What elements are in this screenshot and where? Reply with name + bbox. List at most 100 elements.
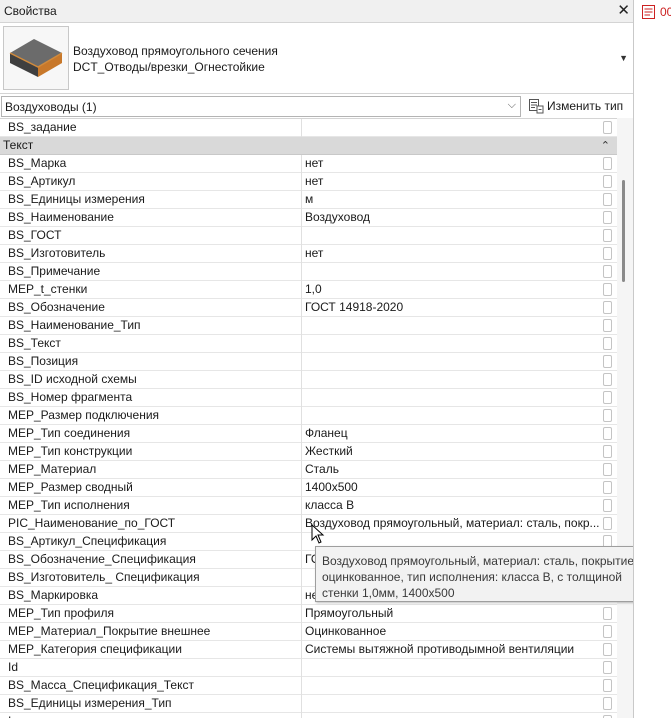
property-row[interactable]: MEP_t_стенки 1,0 bbox=[0, 281, 633, 299]
parameter-checkbox[interactable] bbox=[603, 265, 612, 278]
property-value[interactable]: Оцинкованное bbox=[302, 623, 602, 641]
property-row[interactable]: I... bbox=[0, 713, 633, 718]
property-row[interactable]: MEP_Размер подключения bbox=[0, 407, 633, 425]
property-row[interactable]: MEP_Категория спецификации Системы вытяжн… bbox=[0, 641, 633, 659]
property-row[interactable]: MEP_Тип конструкции Жесткий bbox=[0, 443, 633, 461]
property-row[interactable]: MEP_Материал Сталь bbox=[0, 461, 633, 479]
property-value[interactable] bbox=[302, 371, 602, 389]
property-value[interactable]: класса В bbox=[302, 497, 602, 515]
parameter-checkbox[interactable] bbox=[603, 517, 612, 530]
property-row[interactable]: BS_Артикул нет bbox=[0, 173, 633, 191]
parameter-checkbox[interactable] bbox=[603, 121, 612, 134]
property-value[interactable] bbox=[302, 353, 602, 371]
palette-titlebar[interactable]: Свойства ✕ bbox=[0, 0, 633, 23]
parameter-checkbox[interactable] bbox=[603, 337, 612, 350]
property-row[interactable]: BS_Обозначение ГОСТ 14918-2020 bbox=[0, 299, 633, 317]
property-row[interactable]: MEP_Тип соединения Фланец bbox=[0, 425, 633, 443]
property-row[interactable]: BS_Единицы измерения м bbox=[0, 191, 633, 209]
property-row[interactable]: MEP_Тип профиля Прямоугольный bbox=[0, 605, 633, 623]
property-value[interactable]: 1,0 bbox=[302, 281, 602, 299]
property-value[interactable] bbox=[302, 317, 602, 335]
parameter-checkbox[interactable] bbox=[603, 319, 612, 332]
property-value[interactable]: Жесткий bbox=[302, 443, 602, 461]
instance-filter-select[interactable]: Воздуховоды (1) ⌵ bbox=[1, 96, 521, 117]
property-row[interactable]: BS_Наименование Воздуховод bbox=[0, 209, 633, 227]
parameter-checkbox[interactable] bbox=[603, 481, 612, 494]
property-value[interactable] bbox=[302, 677, 602, 695]
type-selector[interactable]: Воздуховод прямоугольного сечения DCT_От… bbox=[0, 23, 633, 94]
property-row[interactable]: BS_Примечание bbox=[0, 263, 633, 281]
parameter-checkbox[interactable] bbox=[603, 607, 612, 620]
property-row[interactable]: BS_Масса_Спецификация_Текст bbox=[0, 677, 633, 695]
property-value[interactable]: Воздуховод прямоугольный, материал: стал… bbox=[302, 515, 602, 533]
property-value[interactable]: Прямоугольный bbox=[302, 605, 602, 623]
parameter-checkbox[interactable] bbox=[603, 697, 612, 710]
property-value[interactable] bbox=[302, 713, 602, 718]
property-name: BS_Артикул bbox=[0, 173, 302, 191]
view-tab-icon[interactable] bbox=[642, 5, 655, 19]
property-row[interactable]: BS_Номер фрагмента bbox=[0, 389, 633, 407]
parameter-checkbox[interactable] bbox=[603, 229, 612, 242]
parameter-checkbox[interactable] bbox=[603, 373, 612, 386]
property-row[interactable]: BS_ID исходной схемы bbox=[0, 371, 633, 389]
view-tab-label[interactable]: 00 bbox=[660, 5, 671, 19]
parameter-checkbox[interactable] bbox=[603, 499, 612, 512]
property-value[interactable]: 1400x500 bbox=[302, 479, 602, 497]
parameter-checkbox[interactable] bbox=[603, 679, 612, 692]
parameter-checkbox[interactable] bbox=[603, 283, 612, 296]
parameter-checkbox[interactable] bbox=[603, 445, 612, 458]
property-value[interactable]: м bbox=[302, 191, 602, 209]
property-value[interactable] bbox=[302, 335, 602, 353]
property-value[interactable]: нет bbox=[302, 245, 602, 263]
parameter-checkbox[interactable] bbox=[603, 193, 612, 206]
parameter-checkbox[interactable] bbox=[603, 301, 612, 314]
property-row[interactable]: Id bbox=[0, 659, 633, 677]
property-row[interactable]: BS_ГОСТ bbox=[0, 227, 633, 245]
property-value[interactable] bbox=[302, 119, 602, 137]
dropdown-arrow-icon[interactable]: ▼ bbox=[619, 53, 628, 63]
parameter-checkbox[interactable] bbox=[603, 463, 612, 476]
property-value[interactable]: нет bbox=[302, 173, 602, 191]
chevron-down-icon[interactable]: ⌵ bbox=[508, 99, 516, 112]
property-row[interactable]: BS_Изготовитель нет bbox=[0, 245, 633, 263]
property-value[interactable]: ГОСТ 14918-2020 bbox=[302, 299, 602, 317]
property-row[interactable]: BS_задание bbox=[0, 119, 633, 137]
property-value[interactable] bbox=[302, 659, 602, 677]
property-value[interactable] bbox=[302, 389, 602, 407]
parameter-checkbox[interactable] bbox=[603, 175, 612, 188]
property-value[interactable]: Сталь bbox=[302, 461, 602, 479]
property-row[interactable]: MEP_Размер сводный 1400x500 bbox=[0, 479, 633, 497]
property-value[interactable] bbox=[302, 695, 602, 713]
property-row[interactable]: BS_Марка нет bbox=[0, 155, 633, 173]
property-row[interactable]: BS_Текст bbox=[0, 335, 633, 353]
property-name: PIC_Наименование_по_ГОСТ bbox=[0, 515, 302, 533]
parameter-checkbox[interactable] bbox=[603, 157, 612, 170]
property-row[interactable]: MEP_Материал_Покрытие внешнее Оцинкованно… bbox=[0, 623, 633, 641]
parameter-checkbox[interactable] bbox=[603, 409, 612, 422]
edit-type-button[interactable]: Изменить тип bbox=[526, 96, 630, 117]
parameter-checkbox[interactable] bbox=[603, 355, 612, 368]
parameter-checkbox[interactable] bbox=[603, 427, 612, 440]
vertical-scrollbar[interactable] bbox=[617, 118, 633, 718]
property-value[interactable]: Воздуховод bbox=[302, 209, 602, 227]
property-row[interactable]: BS_Позиция bbox=[0, 353, 633, 371]
property-value[interactable] bbox=[302, 263, 602, 281]
parameter-checkbox[interactable] bbox=[603, 643, 612, 656]
parameter-checkbox[interactable] bbox=[603, 661, 612, 674]
parameter-checkbox[interactable] bbox=[603, 247, 612, 260]
property-value[interactable]: нет bbox=[302, 155, 602, 173]
property-row[interactable]: MEP_Тип исполнения класса В bbox=[0, 497, 633, 515]
scrollbar-thumb[interactable] bbox=[622, 180, 625, 282]
property-value[interactable]: Фланец bbox=[302, 425, 602, 443]
group-header-text[interactable]: Текст ⌃ bbox=[0, 137, 633, 155]
collapse-icon[interactable]: ⌃ bbox=[601, 137, 610, 155]
property-row[interactable]: BS_Наименование_Тип bbox=[0, 317, 633, 335]
parameter-checkbox[interactable] bbox=[603, 391, 612, 404]
property-row[interactable]: BS_Единицы измерения_Тип bbox=[0, 695, 633, 713]
parameter-checkbox[interactable] bbox=[603, 211, 612, 224]
close-icon[interactable]: ✕ bbox=[617, 1, 630, 21]
property-value[interactable] bbox=[302, 407, 602, 425]
property-value[interactable]: Системы вытяжной противодымной вентиляци… bbox=[302, 641, 602, 659]
parameter-checkbox[interactable] bbox=[603, 625, 612, 638]
property-value[interactable] bbox=[302, 227, 602, 245]
